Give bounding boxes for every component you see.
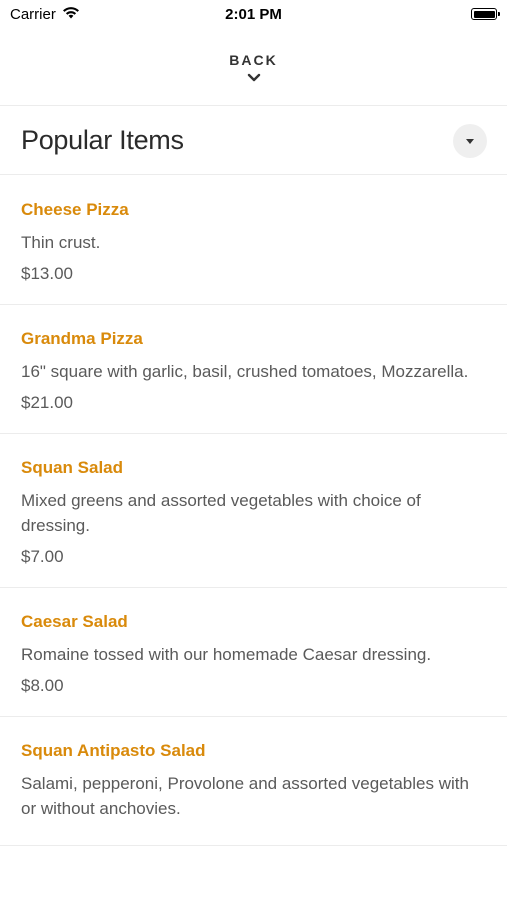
section-dropdown-button[interactable]	[453, 123, 487, 158]
section-header: Popular Items	[0, 107, 507, 175]
carrier-label: Carrier	[10, 5, 56, 23]
menu-item-squan-salad[interactable]: Squan Salad Mixed greens and assorted ve…	[0, 434, 507, 588]
section-title: Popular Items	[21, 125, 184, 155]
screen: Carrier 2:01 PM BACK Popular Items Chees…	[0, 0, 507, 900]
item-name: Cheese Pizza	[21, 200, 129, 219]
menu-item-grandma-pizza[interactable]: Grandma Pizza 16" square with garlic, ba…	[0, 305, 507, 434]
status-left: Carrier	[10, 6, 80, 23]
item-description: Mixed greens and assorted vegetables wit…	[21, 491, 421, 535]
status-bar: Carrier 2:01 PM	[0, 0, 507, 28]
caret-down-icon	[466, 132, 474, 150]
item-description: Romaine tossed with our homemade Caesar …	[21, 645, 432, 664]
item-name: Caesar Salad	[21, 612, 128, 631]
battery-icon	[471, 8, 500, 20]
item-description: Thin crust.	[21, 233, 101, 252]
wifi-icon	[62, 6, 80, 23]
item-name: Squan Salad	[21, 458, 124, 477]
back-button[interactable]: BACK	[0, 28, 507, 106]
item-name: Grandma Pizza	[21, 329, 143, 348]
menu-item-cheese-pizza[interactable]: Cheese Pizza Thin crust. $13.00	[0, 176, 507, 305]
item-description: 16" square with garlic, basil, crushed t…	[21, 362, 469, 381]
item-description: Salami, pepperoni, Provolone and assorte…	[21, 774, 469, 818]
item-name: Squan Antipasto Salad	[21, 741, 206, 760]
menu-item-squan-antipasto-salad[interactable]: Squan Antipasto Salad Salami, pepperoni,…	[0, 717, 507, 846]
menu-item-caesar-salad[interactable]: Caesar Salad Romaine tossed with our hom…	[0, 588, 507, 717]
battery-fill	[473, 10, 495, 18]
status-time: 2:01 PM	[225, 5, 282, 23]
item-list: Cheese Pizza Thin crust. $13.00 Grandma …	[0, 176, 507, 846]
chevron-down-icon	[247, 70, 261, 88]
item-price: $8.00	[21, 676, 64, 695]
item-price: $7.00	[21, 547, 64, 566]
item-price: $21.00	[21, 393, 73, 412]
item-price: $13.00	[21, 264, 73, 283]
back-label: BACK	[229, 51, 278, 68]
